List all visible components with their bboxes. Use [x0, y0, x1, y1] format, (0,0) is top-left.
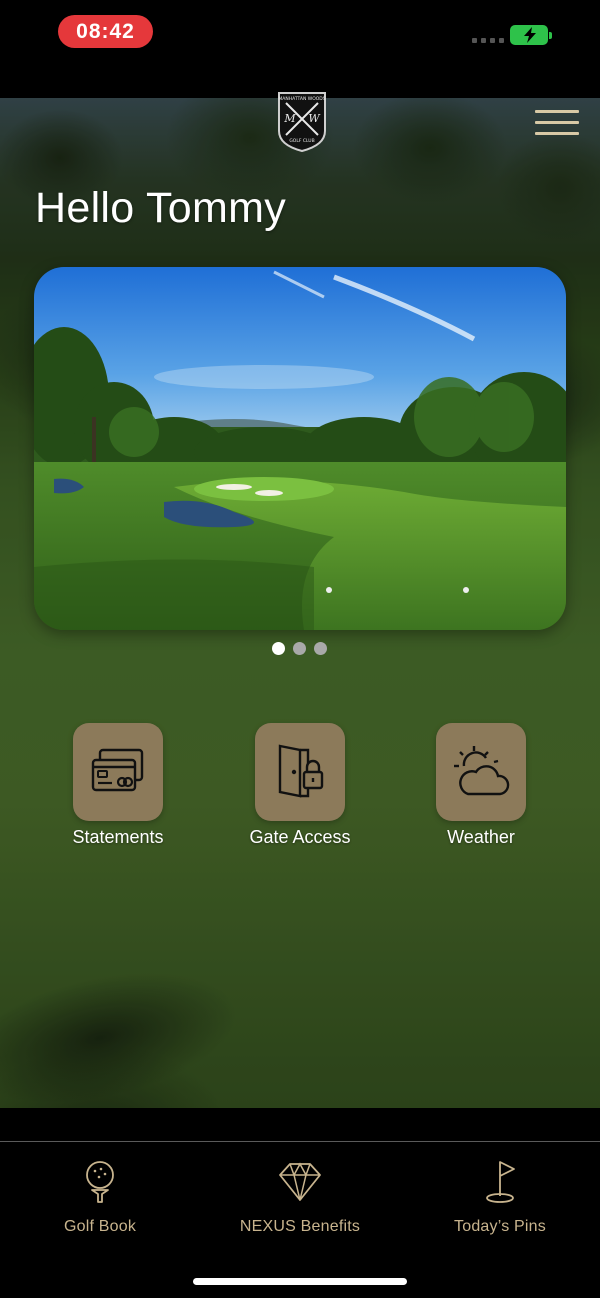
- home-indicator[interactable]: [193, 1278, 407, 1285]
- diamond-icon: [279, 1162, 321, 1201]
- credit-cards-icon: [91, 748, 144, 792]
- carousel-dot-3[interactable]: [314, 642, 327, 655]
- tab-nexus-benefits[interactable]: NEXUS Benefits: [200, 1160, 400, 1236]
- gate-access-tile[interactable]: [255, 723, 345, 821]
- tab-todays-pins[interactable]: Today’s Pins: [400, 1160, 600, 1236]
- svg-text:GOLF CLUB: GOLF CLUB: [289, 138, 314, 144]
- carousel-dot-1[interactable]: [272, 642, 285, 655]
- statements-label: Statements: [72, 827, 164, 847]
- tab-nexus-benefits-label: NEXUS Benefits: [239, 1218, 361, 1235]
- club-crest-logo: MANHATTAN WOODS M W GOLF CLUB: [276, 89, 328, 153]
- svg-text:M: M: [283, 112, 296, 125]
- carousel-image-golf-course[interactable]: [34, 267, 566, 630]
- battery-charging-icon: [510, 25, 552, 45]
- gate-access-button[interactable]: Gate Access: [230, 723, 370, 848]
- tab-todays-pins-label: Today’s Pins: [454, 1218, 546, 1235]
- tab-golf-book-label: Golf Book: [63, 1218, 137, 1235]
- weather-label: Weather: [447, 827, 515, 847]
- statements-button[interactable]: Statements: [48, 723, 188, 848]
- carousel-dot-2[interactable]: [293, 642, 306, 655]
- status-time: 08:42: [58, 15, 153, 48]
- statements-tile[interactable]: [73, 723, 163, 821]
- door-lock-icon: [278, 744, 324, 798]
- sun-cloud-icon: [454, 746, 510, 796]
- hamburger-menu-icon[interactable]: [535, 110, 579, 146]
- gate-access-label: Gate Access: [249, 827, 351, 847]
- weather-button[interactable]: Weather: [411, 723, 551, 848]
- status-bar: 08:42: [0, 0, 600, 98]
- pin-flag-icon: [486, 1161, 515, 1203]
- svg-text:MANHATTAN WOODS: MANHATTAN WOODS: [278, 96, 325, 102]
- weather-tile[interactable]: [436, 723, 526, 821]
- tab-golf-book[interactable]: Golf Book: [0, 1160, 200, 1236]
- greeting-title: Hello Tommy: [35, 184, 287, 232]
- svg-text:W: W: [308, 112, 321, 125]
- golf-ball-tee-icon: [86, 1161, 114, 1203]
- carousel-pagination: [272, 642, 327, 655]
- signal-icon: [472, 38, 504, 43]
